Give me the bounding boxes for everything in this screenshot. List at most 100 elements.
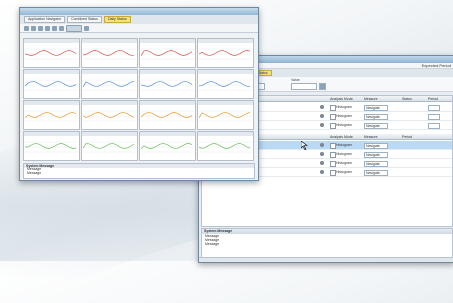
last-page-icon[interactable]: [45, 25, 50, 31]
row-mode: Histogram: [336, 152, 352, 156]
series-line: [83, 50, 134, 56]
mini-plot[interactable]: [139, 69, 196, 99]
mini-plot[interactable]: [81, 100, 138, 130]
mini-plot[interactable]: [139, 38, 196, 68]
upper-column-status[interactable]: Status: [400, 96, 426, 102]
row-select[interactable]: Navigate: [364, 170, 388, 176]
mini-plot[interactable]: [81, 69, 138, 99]
info-icon: [320, 161, 324, 165]
info-icon: [320, 170, 324, 174]
series-line: [83, 143, 135, 149]
row-select-value: Navigate: [366, 115, 380, 119]
mouse-cursor-icon: [301, 141, 308, 150]
tab-daily-status[interactable]: Daily Status: [103, 16, 131, 23]
info-icon: [320, 152, 324, 156]
row-select-value: Navigate: [366, 144, 380, 148]
mini-plot[interactable]: [81, 38, 138, 68]
mini-plot-chart: [25, 110, 78, 122]
mini-plot-chart: [83, 141, 136, 153]
mini-plot-chart: [141, 141, 194, 153]
system-message-panel: System Message Message Message Message: [201, 228, 453, 258]
status-bar: [199, 257, 453, 262]
row-mode: Histogram: [336, 143, 352, 147]
row-select[interactable]: Navigate: [364, 161, 388, 167]
search-icon[interactable]: [319, 83, 326, 90]
upper-column-analysis-mode[interactable]: Analysis Mode: [328, 96, 362, 102]
row-select[interactable]: Navigate: [364, 143, 388, 149]
row-select[interactable]: Navigate: [364, 123, 388, 129]
lower-column-period[interactable]: Period: [400, 134, 452, 140]
tab-application-navigator[interactable]: Application Navigator: [24, 16, 66, 23]
period-field[interactable]: [428, 123, 440, 129]
settings-icon[interactable]: [84, 25, 89, 31]
mini-plot-header: [198, 39, 253, 43]
info-icon: [320, 143, 324, 147]
mini-plot-chart: [141, 79, 194, 91]
mini-plot-header: [82, 101, 137, 105]
mini-plot[interactable]: [23, 38, 80, 68]
mini-plot-chart: [25, 79, 78, 91]
row-select-value: Navigate: [366, 162, 380, 166]
plot-grid: [23, 38, 254, 161]
series-line: [83, 112, 135, 118]
value-label: Value: [291, 78, 300, 82]
refresh-icon[interactable]: [52, 25, 57, 31]
mini-plot-header: [140, 39, 195, 43]
series-line: [199, 81, 251, 87]
mini-plot[interactable]: [139, 100, 196, 130]
mini-plot-chart: [141, 110, 194, 122]
row-select[interactable]: Navigate: [364, 105, 388, 111]
info-icon: [320, 105, 324, 109]
series-line: [141, 143, 193, 150]
series-line: [141, 81, 193, 87]
mini-plot-chart: [25, 141, 78, 153]
mini-plot-chart: [83, 48, 136, 60]
row-select-value: Navigate: [366, 153, 380, 157]
value-input[interactable]: [291, 83, 317, 90]
window-title-right: Expected Period: [421, 63, 451, 68]
previous-icon[interactable]: [31, 25, 36, 31]
next-icon[interactable]: [38, 25, 43, 31]
mini-plot[interactable]: [197, 100, 254, 130]
mini-plot-header: [24, 101, 79, 105]
mini-plot-header: [198, 132, 253, 136]
row-select-value: Navigate: [366, 171, 380, 175]
series-line: [25, 81, 77, 87]
row-mode: Histogram: [336, 170, 352, 174]
view-toggle[interactable]: [66, 24, 82, 32]
mini-plot[interactable]: [23, 100, 80, 130]
toolbar: [20, 24, 258, 33]
row-select-value: Navigate: [366, 124, 380, 128]
mini-plot[interactable]: [197, 69, 254, 99]
row-select[interactable]: Navigate: [364, 114, 388, 120]
row-select[interactable]: Navigate: [364, 152, 388, 158]
series-line: [25, 50, 77, 56]
row-mode: Histogram: [336, 123, 352, 127]
upper-column-period[interactable]: Period: [426, 96, 452, 102]
mini-plot[interactable]: [197, 131, 254, 161]
mini-plot-header: [140, 132, 195, 136]
period-field[interactable]: [428, 105, 440, 111]
lower-column-analysis-mode[interactable]: Analysis Mode: [328, 134, 362, 140]
message-line: Message: [205, 242, 220, 246]
info-icon: [320, 114, 324, 118]
series-line: [199, 112, 251, 119]
row-mode: Histogram: [336, 114, 352, 118]
mini-plot[interactable]: [81, 131, 138, 161]
mini-plot[interactable]: [23, 131, 80, 161]
upper-column-measure[interactable]: Measure: [362, 96, 400, 102]
series-line: [141, 112, 193, 118]
mini-plot[interactable]: [139, 131, 196, 161]
tab-combined-status[interactable]: Combined Status: [67, 16, 102, 23]
first-page-icon[interactable]: [24, 25, 29, 31]
zoom-icon[interactable]: [59, 25, 64, 31]
tab-row: Application Navigator Combined Status Da…: [20, 15, 258, 24]
lower-column-measure[interactable]: Measure: [362, 134, 400, 140]
mini-plot[interactable]: [23, 69, 80, 99]
mini-plot-header: [82, 39, 137, 43]
period-field[interactable]: [428, 114, 440, 120]
mini-plot[interactable]: [197, 38, 254, 68]
mini-plot-header: [140, 101, 195, 105]
series-line: [25, 112, 77, 119]
mini-plot-chart: [199, 48, 252, 60]
